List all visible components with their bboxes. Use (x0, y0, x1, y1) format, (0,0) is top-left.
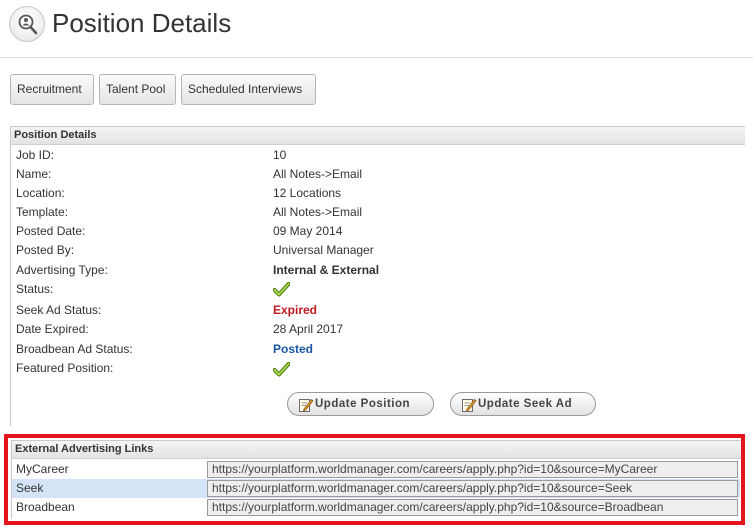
edit-note-icon (299, 398, 314, 412)
link-source-label: MyCareer (16, 462, 69, 476)
posted-by-value: Universal Manager (273, 243, 374, 257)
magnifier-person-icon (9, 6, 45, 42)
link-url-field[interactable]: https://yourplatform.worldmanager.com/ca… (207, 480, 738, 497)
link-url-field[interactable]: https://yourplatform.worldmanager.com/ca… (207, 461, 738, 478)
update-position-button[interactable]: Update Position (287, 392, 434, 416)
name-value: All Notes->Email (273, 167, 363, 181)
advertising-type-label: Advertising Type: (16, 263, 108, 277)
job-id-value: 10 (273, 148, 287, 162)
check-icon (272, 362, 291, 381)
page-header: Position Details (0, 0, 753, 58)
link-source-label: Broadbean (16, 500, 75, 514)
link-url-field[interactable]: https://yourplatform.worldmanager.com/ca… (207, 499, 738, 516)
name-label: Name: (16, 167, 52, 181)
list-item: MyCareer https://yourplatform.worldmanag… (12, 460, 740, 479)
update-position-label: Update Position (315, 398, 411, 410)
posted-date-label: Posted Date: (16, 224, 86, 238)
posted-by-label: Posted By: (16, 243, 75, 257)
advertising-type-value: Internal & External (273, 263, 380, 277)
external-links-heading: External Advertising Links (12, 441, 741, 459)
seek-ad-status-value: Expired (273, 303, 318, 317)
link-source-label: Seek (16, 481, 44, 495)
broadbean-ad-status-label: Broadbean Ad Status: (16, 342, 133, 356)
template-label: Template: (16, 205, 69, 219)
position-details-heading: Position Details (11, 127, 745, 145)
date-expired-value: 28 April 2017 (273, 322, 344, 336)
featured-position-label: Featured Position: (16, 361, 114, 375)
tab-talent-pool[interactable]: Talent Pool (99, 74, 176, 105)
update-seek-ad-label: Update Seek Ad (478, 398, 573, 410)
location-value: 12 Locations (273, 186, 342, 200)
page-title: Position Details (52, 8, 232, 38)
location-label: Location: (16, 186, 65, 200)
check-icon (272, 282, 291, 301)
update-seek-ad-button[interactable]: Update Seek Ad (450, 392, 596, 416)
job-id-label: Job ID: (16, 148, 55, 162)
tab-recruitment[interactable]: Recruitment (10, 74, 94, 105)
posted-date-value: 09 May 2014 (273, 224, 343, 238)
tab-scheduled-interviews[interactable]: Scheduled Interviews (181, 74, 316, 105)
seek-ad-status-label: Seek Ad Status: (16, 303, 102, 317)
broadbean-ad-status-value: Posted (273, 342, 314, 356)
template-value: All Notes->Email (273, 205, 363, 219)
list-item: Seek https://yourplatform.worldmanager.c… (12, 479, 740, 498)
list-item: Broadbean https://yourplatform.worldmana… (12, 498, 740, 517)
date-expired-label: Date Expired: (16, 322, 89, 336)
edit-note-icon (462, 398, 477, 412)
status-label: Status: (16, 282, 54, 296)
